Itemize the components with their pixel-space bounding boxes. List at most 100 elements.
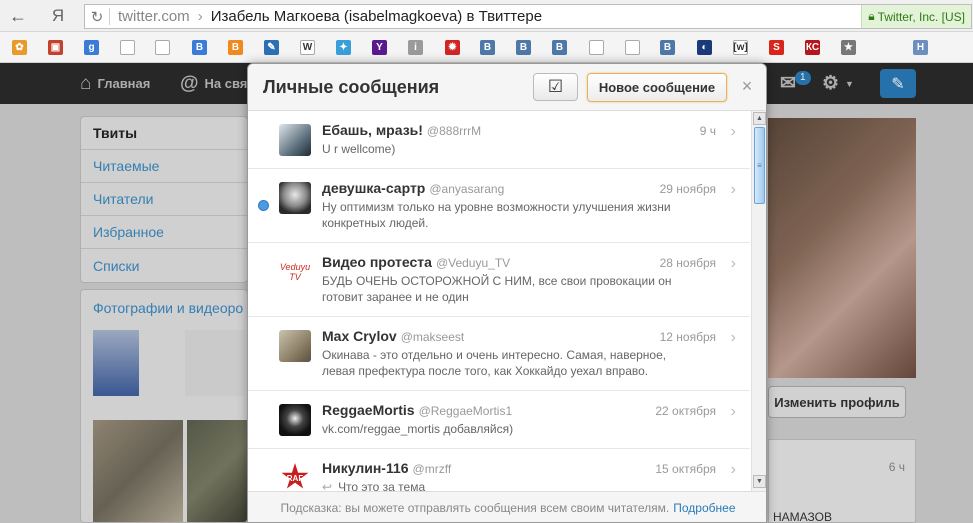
- preview-text: vk.com/reggae_mortis добавляйся): [322, 422, 514, 436]
- preview-text: U r wellcome): [322, 142, 396, 156]
- direct-messages-modal: Личные сообщения ☑ Новое сообщение × Еба…: [247, 63, 767, 523]
- url-arrow: ›: [197, 8, 203, 25]
- lock-icon: 🔒︎: [868, 9, 875, 23]
- sender-name: Ебашь, мразь!: [322, 122, 423, 138]
- kc-icon[interactable]: КС: [805, 40, 820, 55]
- conversation-sender: Ебашь, мразь! @888rrrM: [322, 122, 481, 138]
- scrollbar[interactable]: ▲ ≡ ▼: [751, 111, 766, 491]
- avatar[interactable]: RAF: [279, 462, 311, 491]
- page-icon[interactable]: [589, 40, 604, 55]
- h-icon[interactable]: H: [913, 40, 928, 55]
- avatar[interactable]: [279, 124, 311, 156]
- chevron-right-icon: ›: [730, 123, 736, 140]
- clip-icon[interactable]: ✎: [264, 40, 279, 55]
- vk-icon[interactable]: В: [552, 40, 567, 55]
- conversation-time: 9 ч: [699, 124, 716, 138]
- screen-icon[interactable]: ▣: [48, 40, 63, 55]
- conversation-row[interactable]: Veduyu TV Видео протеста @Veduyu_TV 28 нояб…: [248, 243, 750, 317]
- conversation-time: 22 октября: [655, 404, 716, 418]
- scroll-thumb[interactable]: ≡: [754, 127, 765, 204]
- avatar[interactable]: [279, 330, 311, 362]
- conversation-sender: Max Crylov @makseest: [322, 328, 464, 344]
- ssl-badge[interactable]: 🔒︎ Twitter, Inc. [US]: [861, 5, 971, 28]
- modal-header: Личные сообщения ☑ Новое сообщение ×: [248, 64, 766, 111]
- reload-icon[interactable]: ↻: [85, 8, 109, 26]
- reply-arrow-icon: ↩: [322, 480, 333, 491]
- vk-icon[interactable]: В: [480, 40, 495, 55]
- chevron-right-icon: ›: [730, 255, 736, 272]
- avatar[interactable]: [279, 404, 311, 436]
- conversation-row[interactable]: Ебашь, мразь! @888rrrM 9 ч U r wellcome) ›: [248, 111, 750, 169]
- blog-icon[interactable]: B: [192, 40, 207, 55]
- footer-more-link[interactable]: Подробнее: [673, 501, 735, 515]
- star-icon[interactable]: ★: [841, 40, 856, 55]
- divider: [109, 8, 110, 25]
- conversation-list[interactable]: Ебашь, мразь! @888rrrM 9 ч U r wellcome) › де…: [248, 111, 750, 491]
- preview-text: Что это за тема: [338, 480, 426, 491]
- conversation-row[interactable]: девушка-сартр @anyasarang 29 ноября Ну опти…: [248, 169, 750, 243]
- info-icon[interactable]: i: [408, 40, 423, 55]
- conversation-preview: БУДЬ ОЧЕНЬ ОСТОРОЖНОЙ С НИМ, все свои пр…: [322, 273, 682, 305]
- scroll-up-arrow-icon[interactable]: ▲: [753, 112, 766, 125]
- conversation-preview: Ну оптимизм только на уровне возможности…: [322, 199, 682, 231]
- twitter-bird-icon[interactable]: ✦: [336, 40, 351, 55]
- conversation-time: 28 ноября: [659, 256, 716, 270]
- sender-handle: @ReggaeMortis1: [418, 404, 513, 418]
- wikipedia-icon[interactable]: W: [300, 40, 315, 55]
- conversation-row[interactable]: Max Crylov @makseest 12 ноября Окинава - эт…: [248, 317, 750, 391]
- vk-icon[interactable]: В: [660, 40, 675, 55]
- conversation-sender: Никулин-116 @mrzff: [322, 460, 451, 476]
- moon-icon[interactable]: ◐: [697, 40, 712, 55]
- sender-name: девушка-сартр: [322, 180, 426, 196]
- page-icon[interactable]: [120, 40, 135, 55]
- scroll-down-arrow-icon[interactable]: ▼: [753, 475, 766, 488]
- browser-toolbar: ← Я ↻ twitter.com › Изабель Магкоева (is…: [0, 0, 973, 32]
- conversation-preview: ↩ Что это за тема: [322, 479, 682, 491]
- modal-title: Личные сообщения: [263, 77, 440, 97]
- modal-footer: Подсказка: вы можете отправлять сообщени…: [248, 491, 766, 522]
- conversation-row[interactable]: ReggaeMortis @ReggaeMortis1 22 октября vk.c…: [248, 391, 750, 449]
- ssl-label: Twitter, Inc. [US]: [877, 9, 965, 24]
- close-icon[interactable]: ×: [738, 76, 756, 96]
- s-icon[interactable]: S: [769, 40, 784, 55]
- page-icon[interactable]: [625, 40, 640, 55]
- page-title: Изабель Магкоева (isabelmagkoeva) в Твит…: [210, 8, 543, 25]
- w-bracket-icon[interactable]: [w]: [733, 40, 748, 55]
- sender-handle: @makseest: [400, 330, 465, 344]
- avatar-logo-text: Veduyu TV: [279, 262, 311, 282]
- sender-name: Видео протеста: [322, 254, 432, 270]
- google-icon[interactable]: g: [84, 40, 99, 55]
- conversation-row[interactable]: RAF Никулин-116 @mrzff 15 октября ↩ Что это з…: [248, 449, 750, 491]
- avatar[interactable]: [279, 182, 311, 214]
- sender-name: Max Crylov: [322, 328, 397, 344]
- conversation-time: 12 ноября: [659, 330, 716, 344]
- sender-handle: @Veduyu_TV: [435, 256, 511, 270]
- conversation-sender: Видео протеста @Veduyu_TV: [322, 254, 510, 270]
- conversation-sender: ReggaeMortis @ReggaeMortis1: [322, 402, 512, 418]
- conversation-time: 29 ноября: [659, 182, 716, 196]
- yahoo-icon[interactable]: Y: [372, 40, 387, 55]
- sender-handle: @mrzff: [412, 462, 452, 476]
- url-host: twitter.com: [118, 8, 190, 25]
- sender-name: Никулин-116: [322, 460, 409, 476]
- virus-icon[interactable]: ✹: [445, 40, 460, 55]
- sender-handle: @888rrrM: [426, 124, 482, 138]
- footer-hint: Подсказка: вы можете отправлять сообщени…: [280, 501, 670, 515]
- rss-icon[interactable]: B: [228, 40, 243, 55]
- unread-indicator: [258, 200, 269, 211]
- sender-handle: @anyasarang: [429, 182, 505, 196]
- address-bar[interactable]: ↻ twitter.com › Изабель Магкоева (isabel…: [84, 4, 972, 29]
- new-message-button[interactable]: Новое сообщение: [587, 73, 727, 102]
- puzzle-icon[interactable]: ✿: [12, 40, 27, 55]
- avatar-logo-text: RAF: [286, 473, 304, 483]
- avatar[interactable]: Veduyu TV: [279, 256, 311, 288]
- sender-name: ReggaeMortis: [322, 402, 415, 418]
- bookmarks-bar: ✿ ▣ g B B ✎ W ✦ Yi ✹ В В В В ◐ [w] S КС ★ H: [0, 32, 973, 63]
- chevron-right-icon: ›: [730, 461, 736, 478]
- mark-all-read-button[interactable]: ☑: [533, 73, 578, 101]
- yandex-logo[interactable]: Я: [46, 4, 70, 28]
- vk-icon[interactable]: В: [516, 40, 531, 55]
- back-arrow-icon[interactable]: ←: [6, 4, 30, 28]
- page-icon[interactable]: [155, 40, 170, 55]
- preview-text: БУДЬ ОЧЕНЬ ОСТОРОЖНОЙ С НИМ, все свои пр…: [322, 274, 672, 304]
